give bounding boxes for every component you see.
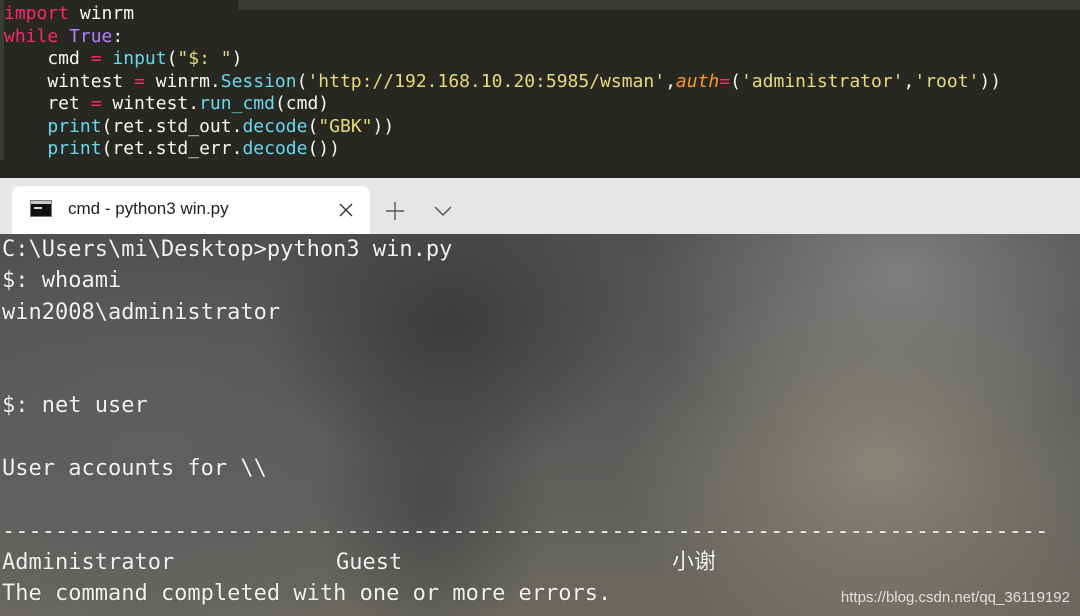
code-token: wintest	[4, 70, 135, 92]
terminal-line: $: net user	[2, 393, 148, 419]
code-token: ))	[372, 115, 395, 137]
code-token: True	[69, 25, 113, 47]
code-token: =	[90, 93, 102, 114]
code-token: run_cmd	[199, 93, 275, 114]
code-token: =	[719, 70, 731, 92]
code-line: ret = wintest.run_cmd(cmd)	[4, 93, 1001, 116]
terminal-line: win2008\administrator	[2, 299, 281, 325]
code-token: while	[4, 25, 59, 47]
code-token: ,	[665, 70, 676, 92]
code-token: )	[231, 48, 243, 69]
watermark: https://blog.csdn.net/qq_36119192	[840, 589, 1070, 606]
code-token: :	[112, 25, 124, 47]
console-icon	[30, 200, 52, 217]
separator-line: ----------------------------------------…	[2, 518, 1049, 544]
code-token: ret	[4, 93, 91, 114]
code-token: ,	[903, 70, 915, 92]
chevron-down-icon[interactable]	[428, 196, 458, 226]
code-token: Session	[220, 70, 297, 92]
code-token: decode	[242, 115, 308, 137]
code-token: input	[112, 48, 167, 69]
code-token: 'administrator'	[740, 70, 904, 92]
code-token: winrm.	[144, 70, 221, 92]
code-token: ())	[307, 138, 340, 159]
code-token: (cmd)	[274, 93, 330, 114]
code-line: wintest = winrm.Session('http://192.168.…	[4, 71, 1001, 94]
account-name: Administrator	[2, 549, 175, 575]
terminal-tab-bar: cmd - python3 win.py	[0, 178, 1080, 234]
code-token: (ret.std_out.	[101, 115, 243, 137]
code-line: import winrm	[4, 3, 1001, 26]
code-line: print(ret.std_out.decode("GBK"))	[4, 116, 1001, 139]
code-block[interactable]: import winrm while True: cmd = input("$: …	[4, 3, 1001, 161]
code-token: wintest.	[101, 93, 200, 114]
code-token: ))	[979, 70, 1002, 92]
code-line: while True:	[4, 26, 1001, 49]
code-token: print	[47, 115, 102, 137]
terminal-output[interactable]: C:\Users\mi\Desktop>python3 win.py $: wh…	[0, 234, 1080, 616]
terminal-tab[interactable]: cmd - python3 win.py	[12, 186, 370, 234]
accounts-row: Administrator Guest 小谢	[2, 547, 1048, 578]
terminal-line: User accounts for \\	[2, 456, 267, 482]
terminal-line: $: whoami	[2, 268, 122, 294]
code-token: (	[296, 70, 308, 92]
code-token: "GBK"	[318, 115, 373, 137]
code-token: decode	[242, 138, 308, 159]
code-line: cmd = input("$: ")	[4, 48, 1001, 71]
code-token: (	[307, 115, 319, 137]
code-token: import	[4, 3, 70, 24]
account-name: 小谢	[672, 549, 717, 575]
code-token: "$: "	[177, 48, 232, 69]
code-token: winrm	[69, 3, 135, 24]
code-editor[interactable]: import winrm while True: cmd = input("$: …	[0, 0, 1080, 178]
code-token: (ret.std_err.	[101, 138, 243, 159]
code-token: (	[166, 48, 178, 69]
terminal-line: C:\Users\mi\Desktop>python3 win.py	[2, 237, 453, 262]
code-token: (	[730, 70, 741, 92]
code-token: =	[90, 48, 102, 69]
code-token: cmd	[4, 48, 91, 69]
code-token: =	[134, 70, 145, 92]
code-token: 'root'	[914, 70, 980, 92]
close-icon[interactable]	[332, 196, 360, 224]
account-name: Guest	[336, 549, 403, 575]
code-token: print	[47, 138, 102, 159]
code-line: print(ret.std_err.decode())	[4, 138, 1001, 161]
code-token: auth	[675, 70, 720, 92]
plus-icon[interactable]	[380, 196, 410, 226]
tab-title: cmd - python3 win.py	[68, 199, 229, 218]
code-token: 'http://192.168.10.20:5985/wsman'	[307, 70, 666, 92]
